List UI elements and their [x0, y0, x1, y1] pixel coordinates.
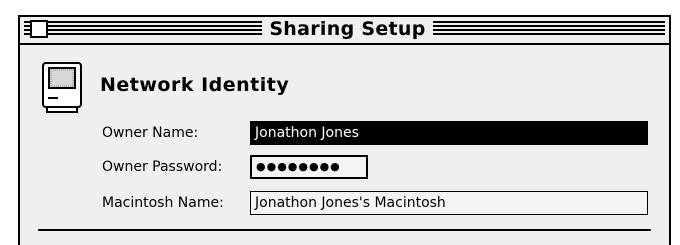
owner-password-label: Owner Password:: [102, 159, 223, 175]
sharing-setup-window: Sharing Setup Network Identity Owner Nam…: [18, 15, 671, 245]
close-box-icon[interactable]: [30, 20, 48, 38]
title-bar-stripes-left: [24, 21, 262, 37]
section-divider: [38, 229, 651, 231]
macintosh-name-field[interactable]: Jonathon Jones's Macintosh: [250, 191, 648, 215]
macintosh-computer-icon: [42, 62, 82, 113]
window-title: Sharing Setup: [269, 18, 426, 40]
title-bar-stripes-right: [433, 21, 665, 37]
title-bar[interactable]: Sharing Setup: [20, 17, 669, 45]
owner-password-field[interactable]: ●●●●●●●●: [250, 155, 368, 179]
owner-name-field[interactable]: Jonathon Jones: [250, 121, 648, 145]
section-heading: Network Identity: [100, 74, 290, 96]
owner-name-label: Owner Name:: [102, 125, 199, 141]
macintosh-name-label: Macintosh Name:: [102, 195, 224, 211]
